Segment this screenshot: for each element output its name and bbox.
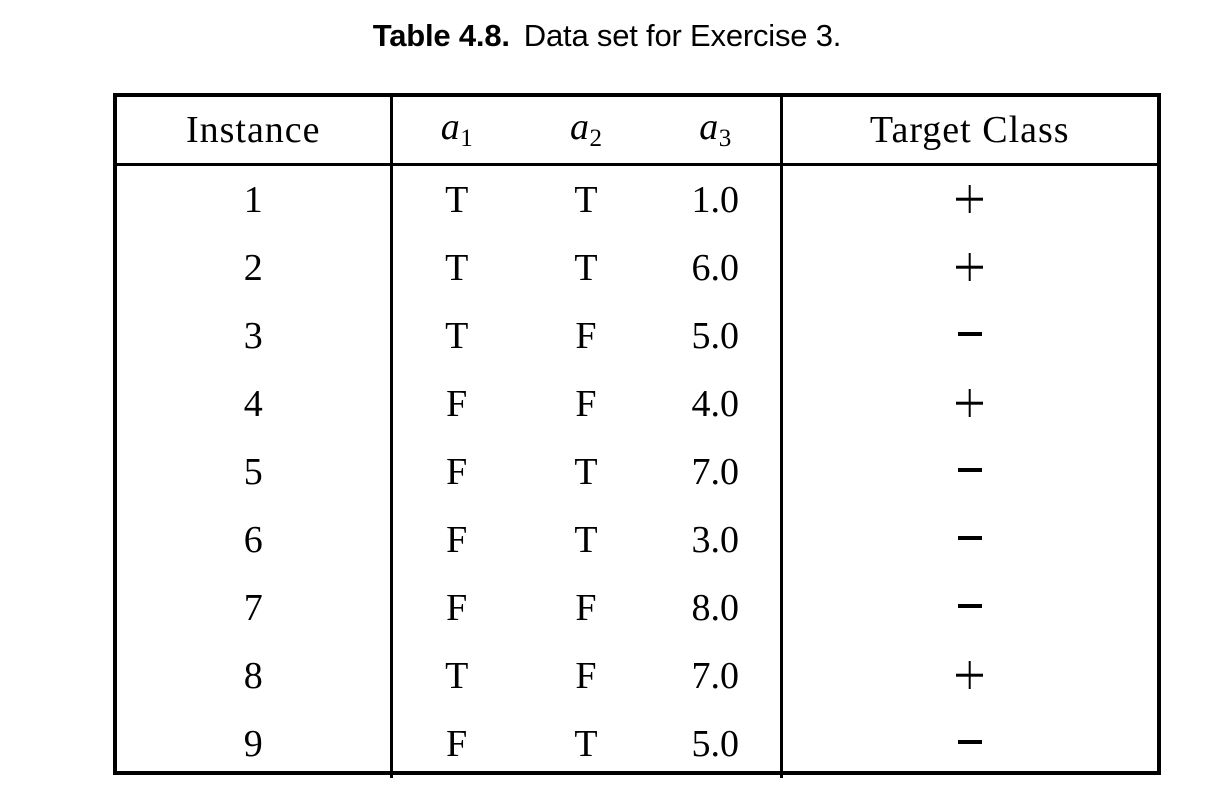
cell-a3: 5.0 — [691, 723, 740, 765]
minus-sign-icon — [957, 535, 982, 540]
table-row: 1 T T 1.0 — [117, 164, 1157, 234]
minus-sign-icon — [957, 739, 982, 744]
column-header-a2: a2 — [521, 97, 651, 166]
cell-a2: T — [574, 723, 598, 765]
cell-instance: 5 — [243, 451, 263, 493]
a3-base: a — [699, 106, 719, 149]
table-row: 9 F T 5.0 — [117, 710, 1157, 778]
cell-target-class — [779, 164, 1157, 234]
minus-sign-icon — [957, 603, 982, 608]
cell-a3: 7.0 — [691, 451, 740, 493]
column-header-instance: Instance — [117, 97, 391, 166]
a3-subscript: 3 — [718, 125, 732, 153]
cell-a2: T — [574, 451, 598, 493]
cell-a1: F — [389, 438, 521, 506]
a2-subscript: 2 — [589, 125, 603, 153]
table-caption: Table 4.8. Data set for Exercise 3. — [0, 16, 1214, 56]
a2-base: a — [569, 106, 589, 149]
cell-target-class — [779, 574, 1157, 642]
cell-instance: 3 — [243, 315, 263, 357]
plus-sign-icon — [956, 389, 983, 416]
cell-a1: T — [389, 302, 521, 370]
table-row: 6 F T 3.0 — [117, 506, 1157, 574]
column-header-a1: a1 — [389, 97, 521, 166]
cell-a1: F — [389, 506, 521, 574]
cell-a2: T — [574, 179, 598, 221]
caption-text: Data set for Exercise 3. — [523, 18, 842, 53]
cell-instance: 2 — [243, 247, 263, 289]
cell-a3: 1.0 — [691, 179, 740, 221]
table-row: 3 T F 5.0 — [117, 302, 1157, 370]
data-table: Instance a1 a2 a3 Target Class 1 T T 1.0 2 T T… — [117, 97, 1157, 778]
cell-a3: 3.0 — [691, 519, 740, 561]
a1-subscript: 1 — [460, 125, 473, 153]
cell-a1: T — [389, 642, 521, 710]
cell-a1: T — [389, 234, 521, 302]
cell-a1: F — [389, 574, 521, 642]
table-header: Instance a1 a2 a3 Target Class — [117, 97, 1157, 166]
table-row: 2 T T 6.0 — [117, 234, 1157, 302]
cell-a3: 6.0 — [691, 247, 740, 289]
cell-instance: 6 — [243, 519, 263, 561]
caption-label: Table 4.8. — [372, 18, 510, 53]
cell-instance: 8 — [243, 655, 263, 697]
header-row: Instance a1 a2 a3 Target Class — [117, 97, 1157, 166]
minus-sign-icon — [957, 467, 982, 472]
cell-a2: F — [575, 655, 597, 697]
data-table-container: Instance a1 a2 a3 Target Class 1 T T 1.0 2 T T… — [113, 93, 1161, 778]
table-row: 8 T F 7.0 — [117, 642, 1157, 710]
cell-target-class — [779, 234, 1157, 302]
cell-a3: 8.0 — [691, 587, 740, 629]
column-header-target-class: Target Class — [779, 97, 1157, 166]
cell-instance: 9 — [243, 723, 263, 765]
cell-target-class — [779, 506, 1157, 574]
table-body: 1 T T 1.0 2 T T 6.0 3 T F 5.0 4 F F 4.0 5 F T 7.0 6 F T 3.0 7 F F 8… — [117, 164, 1157, 778]
minus-sign-icon — [957, 331, 982, 336]
cell-a2: F — [575, 383, 597, 425]
cell-target-class — [779, 710, 1157, 778]
cell-a2: T — [574, 247, 598, 289]
cell-a2: F — [575, 315, 597, 357]
cell-instance: 7 — [243, 587, 263, 629]
cell-instance: 4 — [243, 383, 263, 425]
plus-sign-icon — [956, 661, 983, 688]
cell-a3: 7.0 — [691, 655, 740, 697]
cell-a1: F — [389, 370, 521, 438]
cell-a1: F — [389, 710, 521, 778]
cell-a2: F — [575, 587, 597, 629]
cell-target-class — [779, 438, 1157, 506]
plus-sign-icon — [956, 185, 983, 212]
a1-base: a — [440, 106, 460, 149]
cell-a3: 5.0 — [691, 315, 740, 357]
table-row: 7 F F 8.0 — [117, 574, 1157, 642]
cell-a1: T — [389, 164, 521, 234]
cell-a2: T — [574, 519, 598, 561]
cell-a3: 4.0 — [691, 383, 740, 425]
table-row: 5 F T 7.0 — [117, 438, 1157, 506]
column-header-a3: a3 — [651, 97, 781, 166]
cell-target-class — [779, 370, 1157, 438]
table-row: 4 F F 4.0 — [117, 370, 1157, 438]
cell-target-class — [779, 642, 1157, 710]
plus-sign-icon — [956, 253, 983, 280]
page-root: Table 4.8. Data set for Exercise 3. Insta… — [0, 0, 1214, 793]
cell-instance: 1 — [243, 179, 263, 221]
cell-target-class — [779, 302, 1157, 370]
